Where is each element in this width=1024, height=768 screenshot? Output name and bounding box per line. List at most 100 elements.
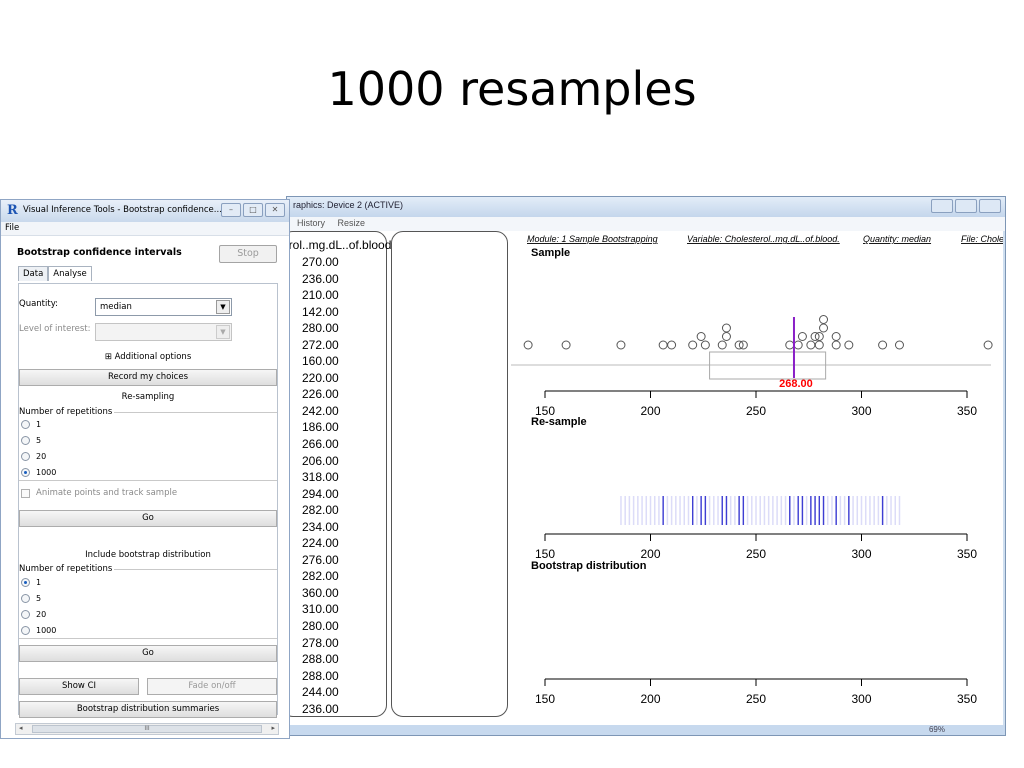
graphics-menubar: History Resize xyxy=(287,217,1005,231)
panel-title-bootstrap: Bootstrap distribution xyxy=(531,560,647,572)
maximize-button[interactable] xyxy=(955,199,977,213)
go-button-resample[interactable]: Go xyxy=(19,510,277,527)
stop-button[interactable]: Stop xyxy=(219,245,277,263)
reps1-radio-20[interactable]: 20 xyxy=(21,452,46,461)
data-value: 236.00 xyxy=(302,701,339,716)
scroll-right-icon[interactable]: ▸ xyxy=(271,724,275,732)
control-panel-menubar: File xyxy=(1,222,289,236)
close-button[interactable]: ✕ xyxy=(265,203,285,217)
axis-tick-label: 350 xyxy=(957,692,977,706)
additional-options-label: Additional options xyxy=(114,352,192,362)
data-value: 282.00 xyxy=(302,569,339,584)
menu-resize[interactable]: Resize xyxy=(338,218,366,228)
minimize-button[interactable]: – xyxy=(221,203,241,217)
menu-history[interactable]: History xyxy=(297,218,325,228)
radio-dot xyxy=(21,610,30,619)
data-value: 220.00 xyxy=(302,370,339,385)
record-choices-button[interactable]: Record my choices xyxy=(19,369,277,386)
data-value: 234.00 xyxy=(302,519,339,534)
menu-file[interactable]: File xyxy=(5,223,19,233)
data-value: 280.00 xyxy=(302,619,339,634)
axis-tick-label: 200 xyxy=(640,692,660,706)
axis-tick-label: 300 xyxy=(851,547,871,561)
data-value: 210.00 xyxy=(302,288,339,303)
data-column-values: 270.00 236.00 210.00 142.00 280.00 272.00 160.… xyxy=(302,254,339,717)
data-value: 242.00 xyxy=(302,403,339,418)
quantity-select-value: median xyxy=(100,302,132,312)
reps-label-1: Number of repetitions xyxy=(19,407,115,417)
plot-header-text: Quantity: median xyxy=(863,234,931,244)
panel-title-sample: Sample xyxy=(531,247,570,259)
axis-tick-label: 350 xyxy=(957,404,977,418)
go-button-bootstrap[interactable]: Go xyxy=(19,645,277,662)
reps2-radio-5[interactable]: 5 xyxy=(21,594,41,603)
sample-point xyxy=(561,340,571,350)
axis-tick-label: 350 xyxy=(957,547,977,561)
r-logo-icon: R xyxy=(7,203,18,218)
close-button[interactable] xyxy=(979,199,1001,213)
scroll-thumb[interactable]: III xyxy=(32,725,262,733)
sample-point xyxy=(797,332,807,341)
plot-area: erol..mg.dL..of.blood. 270.00 236.00 210.0… xyxy=(289,231,1003,725)
minimize-button[interactable] xyxy=(931,199,953,213)
data-column: erol..mg.dL..of.blood. 270.00 236.00 210.0… xyxy=(289,231,395,717)
tab-data[interactable]: Data xyxy=(18,266,49,281)
scroll-left-icon[interactable]: ◂ xyxy=(19,724,23,732)
chevron-down-icon: ▼ xyxy=(216,325,230,339)
reps1-radio-1000[interactable]: 1000 xyxy=(21,468,56,477)
bootstrap-summaries-button[interactable]: Bootstrap distribution summaries xyxy=(19,701,277,718)
chevron-down-icon: ▼ xyxy=(216,300,230,314)
sample-point xyxy=(721,323,731,333)
sample-point xyxy=(700,340,710,350)
include-bootstrap-label: Include bootstrap distribution xyxy=(85,550,211,560)
animate-label: Animate points and track sample xyxy=(36,488,178,498)
reps1-radio-5[interactable]: 5 xyxy=(21,436,41,445)
data-value: 318.00 xyxy=(302,470,339,485)
radio-dot-selected xyxy=(21,578,30,587)
data-value: 360.00 xyxy=(302,585,339,600)
level-select[interactable]: ▼ xyxy=(95,323,232,341)
plot-header-text: File: Chole xyxy=(961,234,1003,244)
reps1-radio-1[interactable]: 1 xyxy=(21,420,41,429)
axis-tick-label: 250 xyxy=(746,547,766,561)
level-label: Level of interest: xyxy=(19,324,91,334)
sample-point xyxy=(831,332,841,341)
sample-point xyxy=(667,340,677,350)
horizontal-scrollbar[interactable]: ◂ III ▸ xyxy=(15,723,279,735)
resample-column xyxy=(391,231,508,717)
radio-label: 1 xyxy=(36,420,42,429)
quantity-select[interactable]: median ▼ xyxy=(95,298,232,316)
fade-button[interactable]: Fade on/off xyxy=(147,678,277,695)
data-column-header: erol..mg.dL..of.blood. xyxy=(289,238,395,252)
control-panel-body: Bootstrap confidence intervals Stop Data… xyxy=(15,236,279,720)
sample-point xyxy=(894,340,904,350)
radio-label: 1000 xyxy=(36,626,57,635)
control-panel-window: R Visual Inference Tools - Bootstrap con… xyxy=(0,199,290,739)
additional-options-toggle[interactable]: ⊞ Additional options xyxy=(19,352,277,362)
sample-point xyxy=(844,340,854,350)
graphics-window-controls xyxy=(931,199,1001,213)
reps2-radio-1[interactable]: 1 xyxy=(21,578,41,587)
radio-label: 5 xyxy=(36,436,42,445)
tab-analyse[interactable]: Analyse xyxy=(48,266,92,281)
data-value: 206.00 xyxy=(302,453,339,468)
radio-label: 1000 xyxy=(36,468,57,477)
sample-point xyxy=(688,340,698,350)
median-label: 268.00 xyxy=(779,378,813,390)
data-value: 280.00 xyxy=(302,321,339,336)
sample-point xyxy=(819,315,829,324)
animate-checkbox[interactable]: Animate points and track sample xyxy=(21,488,177,498)
control-panel-title: Visual Inference Tools - Bootstrap confi… xyxy=(23,205,222,215)
maximize-button[interactable]: □ xyxy=(243,203,263,217)
quantity-label: Quantity: xyxy=(19,299,58,309)
sample-point xyxy=(523,340,533,350)
reps2-radio-20[interactable]: 20 xyxy=(21,610,46,619)
data-value: 288.00 xyxy=(302,668,339,683)
data-value: 278.00 xyxy=(302,635,339,650)
show-ci-button[interactable]: Show CI xyxy=(19,678,139,695)
expand-icon: ⊞ xyxy=(104,352,112,362)
axis-tick-label: 150 xyxy=(535,547,555,561)
reps2-radio-1000[interactable]: 1000 xyxy=(21,626,56,635)
data-value: 270.00 xyxy=(302,255,339,269)
radio-dot xyxy=(21,452,30,461)
